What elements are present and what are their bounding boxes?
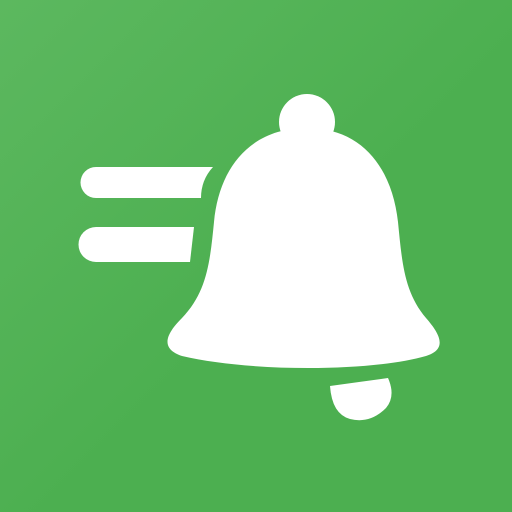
app-icon <box>0 0 512 512</box>
motion-line-top-icon <box>80 167 213 198</box>
notification-bell-icon <box>0 0 512 512</box>
motion-line-bottom-icon <box>78 227 194 262</box>
